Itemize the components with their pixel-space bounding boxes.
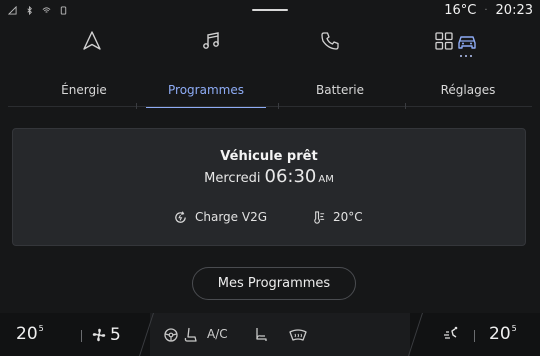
navigation-icon xyxy=(83,31,101,50)
program-title: Véhicule prêt xyxy=(220,149,318,164)
status-right: 16°C · 20:23 xyxy=(444,3,533,18)
my-programs-button[interactable]: Mes Programmes xyxy=(192,267,356,300)
program-card[interactable]: Véhicule prêt Mercredi 06:30 AM Charge V2G… xyxy=(12,128,526,246)
front-defrost-icon xyxy=(289,329,307,341)
driver-temperature[interactable]: 205 xyxy=(16,324,44,344)
tab-divider xyxy=(278,103,279,109)
climate-right-zone xyxy=(410,313,540,356)
car-icon xyxy=(458,36,476,49)
climate-separator xyxy=(474,330,475,342)
status-separator: · xyxy=(484,5,488,16)
program-ampm: AM xyxy=(318,174,334,185)
passenger-temperature[interactable]: 205 xyxy=(489,324,517,344)
program-schedule: Mercredi 06:30 AM xyxy=(13,166,525,187)
music-icon xyxy=(203,32,219,49)
comfort-temperature-value: 20°C xyxy=(333,210,363,224)
heated-seat-icon xyxy=(184,327,197,342)
comfort-temperature: 20°C xyxy=(311,209,363,225)
charge-mode: Charge V2G xyxy=(173,209,267,225)
driver-temperature-value: 20 xyxy=(16,324,38,344)
tab-energie-label: Énergie xyxy=(61,83,107,97)
tab-divider xyxy=(405,103,406,109)
nav-music-button[interactable] xyxy=(193,30,229,64)
cabin-temperature-icon xyxy=(314,210,325,224)
tab-energie[interactable]: Énergie xyxy=(48,76,120,106)
charge-mode-label: Charge V2G xyxy=(195,210,268,224)
tab-batterie[interactable]: Batterie xyxy=(290,76,390,106)
fan-speed-value: 5 xyxy=(110,325,121,345)
air-flow-icon xyxy=(444,326,458,339)
nav-vehicle-button[interactable] xyxy=(449,30,485,64)
front-defrost-button[interactable] xyxy=(287,324,309,346)
fan-speed-control[interactable]: 5 xyxy=(91,325,121,345)
tab-programmes-label: Programmes xyxy=(168,83,244,97)
tab-divider xyxy=(136,103,137,109)
fan-icon xyxy=(92,328,106,342)
tab-batterie-label: Batterie xyxy=(315,83,365,97)
v2g-charge-icon xyxy=(175,210,186,223)
notification-drawer-handle[interactable] xyxy=(252,9,288,11)
ev-programs-screen: 16°C · 20:23 Énergie Programmes Batterie… xyxy=(0,0,540,356)
status-bar: 16°C · 20:23 xyxy=(0,0,540,24)
outside-temperature: 16°C xyxy=(444,3,477,18)
main-nav xyxy=(0,30,540,64)
active-page-dots xyxy=(460,55,472,57)
passenger-temperature-value: 20 xyxy=(489,324,511,344)
air-distribution-button[interactable] xyxy=(441,324,463,346)
phone-icon xyxy=(321,32,339,50)
tabs-baseline xyxy=(8,106,532,107)
climate-separator xyxy=(81,330,82,342)
tab-reglages[interactable]: Réglages xyxy=(418,76,518,106)
heated-steering-wheel-icon xyxy=(164,328,178,342)
driver-temperature-decimal: 5 xyxy=(38,324,44,333)
wifi-icon xyxy=(42,7,51,13)
seat-icon xyxy=(256,328,267,341)
tab-programmes[interactable]: Programmes xyxy=(146,76,266,108)
program-day: Mercredi xyxy=(204,171,261,186)
section-tabs: Énergie Programmes Batterie Réglages xyxy=(0,76,540,109)
tab-reglages-label: Réglages xyxy=(440,83,496,97)
passenger-temperature-decimal: 5 xyxy=(511,324,517,333)
system-status-icons xyxy=(8,6,68,15)
passenger-seat-heating-button[interactable] xyxy=(250,324,272,346)
climate-bar: 205 5 A/C 205 xyxy=(0,313,540,356)
nav-navigation-button[interactable] xyxy=(74,30,110,64)
nav-phone-button[interactable] xyxy=(312,30,348,64)
driver-seat-heating-button[interactable] xyxy=(180,324,202,346)
steering-wheel-heating-button[interactable] xyxy=(160,324,182,346)
signal-icon xyxy=(8,6,17,15)
ac-button[interactable]: A/C xyxy=(207,327,228,341)
program-time: 06:30 xyxy=(264,166,317,187)
phone-status-icon xyxy=(60,6,67,15)
clock: 20:23 xyxy=(495,3,533,18)
bluetooth-icon xyxy=(27,6,32,15)
